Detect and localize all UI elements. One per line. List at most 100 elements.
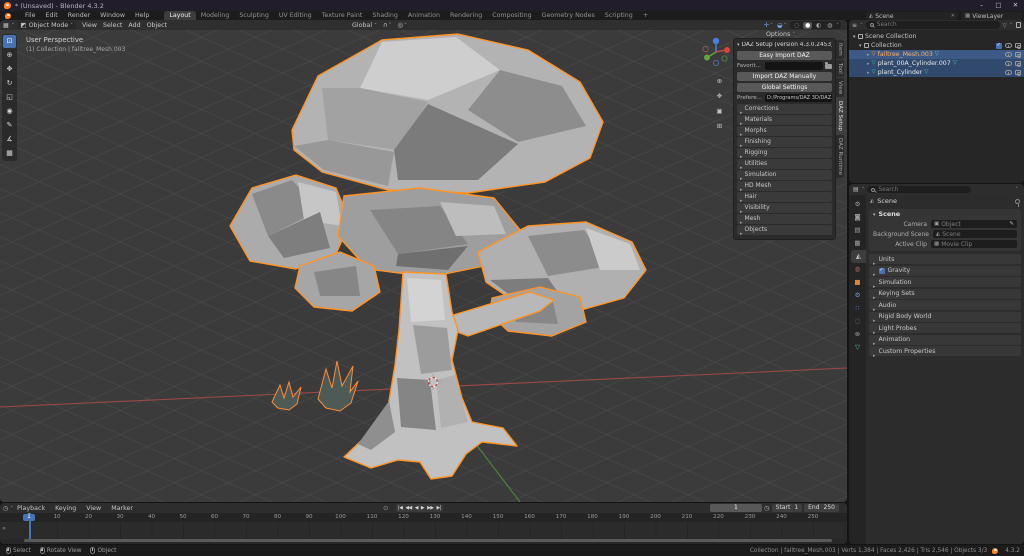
properties-search-input[interactable]: Search [867, 186, 971, 194]
properties-section-header[interactable]: Rigid Body World [869, 312, 1021, 322]
viewport-menu-item[interactable]: Object [144, 22, 171, 29]
timeline-ruler[interactable]: 1020304050607080901001101201301401501601… [0, 513, 847, 522]
viewport-tool-button[interactable]: ✥ [3, 63, 16, 76]
scene-collection-row[interactable]: Scene Collection [849, 32, 1024, 41]
viewport-menu-item[interactable]: Select [100, 22, 125, 29]
shading-material-icon[interactable]: ◐ [814, 22, 823, 29]
viewport-tool-button[interactable]: ⊕ [3, 49, 16, 62]
viewport-tool-button[interactable]: ▦ [3, 147, 16, 160]
workspace-tab[interactable]: Geometry Nodes [537, 11, 600, 20]
viewport-menu-item[interactable]: Add [125, 22, 143, 29]
hide-icon[interactable] [1005, 52, 1012, 57]
viewport-nav-button[interactable]: ✥ [714, 91, 725, 102]
gizmos-toggle[interactable]: ✛ [764, 21, 773, 29]
new-collection-icon[interactable] [1016, 22, 1022, 28]
properties-tab[interactable]: ∷ [849, 302, 866, 315]
proportional-edit-dropdown[interactable]: ◎ [397, 21, 406, 29]
gizmo-z-axis[interactable] [713, 38, 719, 44]
background-scene-field[interactable]: ◭ Scene [933, 230, 1017, 238]
render-visibility-icon[interactable] [1015, 70, 1022, 75]
shading-solid-icon[interactable]: ● [803, 22, 812, 29]
properties-section-header[interactable]: Animation [869, 335, 1021, 345]
daz-section-header[interactable]: Utilities [737, 159, 832, 169]
object-row[interactable]: ▽ plant_00A_Cylinder.007 ▽ [849, 59, 1024, 68]
properties-editor-type-icon[interactable]: ▤ [853, 186, 859, 193]
properties-section-header[interactable]: Gravity [869, 266, 1021, 276]
playhead-badge[interactable]: 1 [23, 514, 35, 522]
mode-dropdown[interactable]: ◩ Object Mode [17, 21, 76, 29]
current-frame-field[interactable]: 1 [710, 504, 762, 512]
global-settings-button[interactable]: Global Settings [737, 83, 832, 92]
workspace-tab[interactable]: Scripting [600, 11, 638, 20]
workspace-tab[interactable]: Texture Paint [317, 11, 368, 20]
viewport-tool-button[interactable]: ⊡ [3, 35, 16, 48]
timeline-tracks[interactable] [0, 522, 847, 539]
viewport-tool-button[interactable]: ↻ [3, 77, 16, 90]
hide-icon[interactable] [1005, 70, 1012, 75]
viewport-nav-button[interactable]: ⊞ [714, 121, 725, 132]
snap-dropdown[interactable]: ∩ [383, 21, 392, 29]
viewport-tool-button[interactable]: ✎ [3, 119, 16, 132]
collection-row[interactable]: Collection [849, 41, 1024, 50]
timeline-menu-item[interactable]: View [82, 505, 105, 512]
viewport-canvas[interactable]: ⊡⊕✥↻◱◉✎∡▦ User Perspective (1) Collectio… [0, 30, 847, 502]
menu-item[interactable]: Edit [41, 11, 63, 20]
playback-button[interactable]: |◀ [398, 506, 402, 511]
close-button[interactable]: ✕ [1007, 0, 1024, 11]
tree-model[interactable] [230, 34, 646, 479]
sidebar-tab[interactable]: Item [836, 40, 844, 59]
sidebar-tab[interactable]: Tool [836, 60, 844, 77]
properties-tab[interactable]: ◭ [851, 250, 866, 263]
render-visibility-icon[interactable] [1015, 61, 1022, 66]
shading-rendered-icon[interactable]: ◍ [825, 22, 834, 29]
properties-section-header[interactable]: Custom Properties [869, 346, 1021, 356]
workspace-tab[interactable]: Layout [164, 11, 195, 20]
daz-section-header[interactable]: Objects [737, 225, 832, 235]
easy-import-daz-button[interactable]: Easy Import DAZ [737, 51, 832, 60]
playback-button[interactable]: ▶▶ [427, 506, 433, 511]
auto-keying-button[interactable]: ⊙ [383, 504, 388, 512]
expand-channels-icon[interactable]: » [2, 524, 6, 532]
properties-tab[interactable]: ■ [849, 276, 866, 289]
properties-tab[interactable]: ◍ [849, 263, 866, 276]
outliner-editor-type-icon[interactable]: ≡ [852, 22, 857, 29]
pin-icon[interactable] [1015, 199, 1020, 204]
daz-section-header[interactable]: Finishing [737, 137, 832, 147]
daz-section-header[interactable]: Simulation [737, 170, 832, 180]
menu-item[interactable]: File [20, 11, 41, 20]
object-row[interactable]: ▽ plant_Cylinder ▽ [849, 68, 1024, 77]
properties-tab[interactable]: ⚙ [849, 289, 866, 302]
properties-tab[interactable]: ▽ [849, 341, 866, 354]
daz-panel-header[interactable]: DAZ Setup (version 4.3.0.2453) [737, 42, 832, 48]
daz-section-header[interactable]: Materials [737, 115, 832, 125]
blender-menu-icon[interactable] [5, 13, 11, 19]
daz-section-header[interactable]: Rigging [737, 148, 832, 158]
viewport-nav-button[interactable]: ⊕ [714, 76, 725, 87]
daz-section-header[interactable]: Corrections [737, 104, 832, 114]
start-frame-field[interactable]: Start1 [772, 504, 803, 512]
eyedropper-icon[interactable]: ✎ [1009, 221, 1014, 227]
viewport-tool-button[interactable]: ∡ [3, 133, 16, 146]
menu-item[interactable]: Render [63, 11, 95, 20]
active-clip-field[interactable]: ▦ Movie Clip [931, 240, 1017, 248]
workspace-tab[interactable]: Sculpting [234, 11, 273, 20]
plant-models[interactable] [272, 361, 358, 411]
overlays-toggle[interactable]: ◒ [777, 21, 786, 29]
viewport-menu-item[interactable]: View [79, 22, 100, 29]
orientation-dropdown[interactable]: Global [352, 22, 377, 29]
properties-tab[interactable]: ⊗ [849, 328, 866, 341]
outliner-search-input[interactable]: Search [866, 21, 1000, 29]
scene-selector[interactable]: ◭ Scene [866, 12, 958, 20]
workspace-tab[interactable]: + [638, 11, 653, 20]
properties-section-header[interactable]: Simulation [869, 277, 1021, 287]
daz-path-field[interactable]: D:/Programs/DAZ 3D/DAZ... [765, 94, 832, 102]
sidebar-tab[interactable]: View [836, 78, 844, 97]
editor-type-icon[interactable]: ▦ [3, 22, 9, 29]
properties-tab[interactable]: ⚙ [849, 198, 866, 211]
properties-section-header[interactable]: Audio [869, 300, 1021, 310]
properties-tab[interactable]: ▤ [849, 224, 866, 237]
timeline-scrollbar[interactable] [24, 539, 832, 542]
minimize-button[interactable]: – [973, 0, 990, 11]
playback-button[interactable]: ◀◀ [405, 506, 411, 511]
workspace-tab[interactable]: UV Editing [274, 11, 317, 20]
